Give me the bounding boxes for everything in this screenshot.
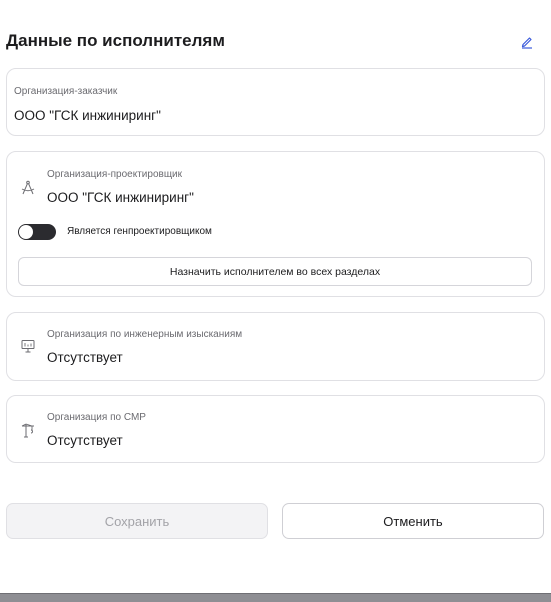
bottom-bar bbox=[0, 593, 551, 602]
customer-value: ООО "ГСК инжиниринг" bbox=[14, 108, 161, 123]
construction-card: Организация по СМР Отсутствует bbox=[6, 395, 545, 463]
construction-label: Организация по СМР bbox=[47, 412, 146, 423]
cancel-button[interactable]: Отменить bbox=[282, 503, 544, 539]
crane-icon bbox=[21, 423, 34, 438]
header: Данные по исполнителям bbox=[6, 30, 536, 54]
customer-label: Организация-заказчик bbox=[14, 86, 118, 97]
pencil-icon[interactable] bbox=[518, 32, 536, 50]
edit-button[interactable] bbox=[518, 32, 536, 50]
assign-all-sections-button[interactable]: Назначить исполнителем во всех разделах bbox=[18, 257, 532, 286]
surveys-card: Организация по инженерным изысканиям Отс… bbox=[6, 312, 545, 381]
save-button[interactable]: Сохранить bbox=[6, 503, 268, 539]
presentation-board-icon bbox=[21, 340, 35, 353]
designer-card: Организация-проектировщик ООО "ГСК инжин… bbox=[6, 151, 545, 297]
surveys-label: Организация по инженерным изысканиям bbox=[47, 329, 243, 340]
designer-label: Организация-проектировщик bbox=[47, 169, 183, 180]
page-title: Данные по исполнителям bbox=[6, 31, 225, 50]
designer-value: ООО "ГСК инжиниринг" bbox=[47, 190, 194, 205]
drafting-compass-icon bbox=[21, 180, 35, 195]
customer-card: Организация-заказчик ООО "ГСК инжиниринг… bbox=[6, 68, 545, 136]
general-designer-toggle[interactable] bbox=[18, 224, 56, 240]
surveys-value: Отсутствует bbox=[47, 350, 123, 365]
general-designer-toggle-label: Является генпроектировщиком bbox=[67, 226, 212, 237]
toggle-knob bbox=[19, 225, 33, 239]
construction-value: Отсутствует bbox=[47, 433, 123, 448]
